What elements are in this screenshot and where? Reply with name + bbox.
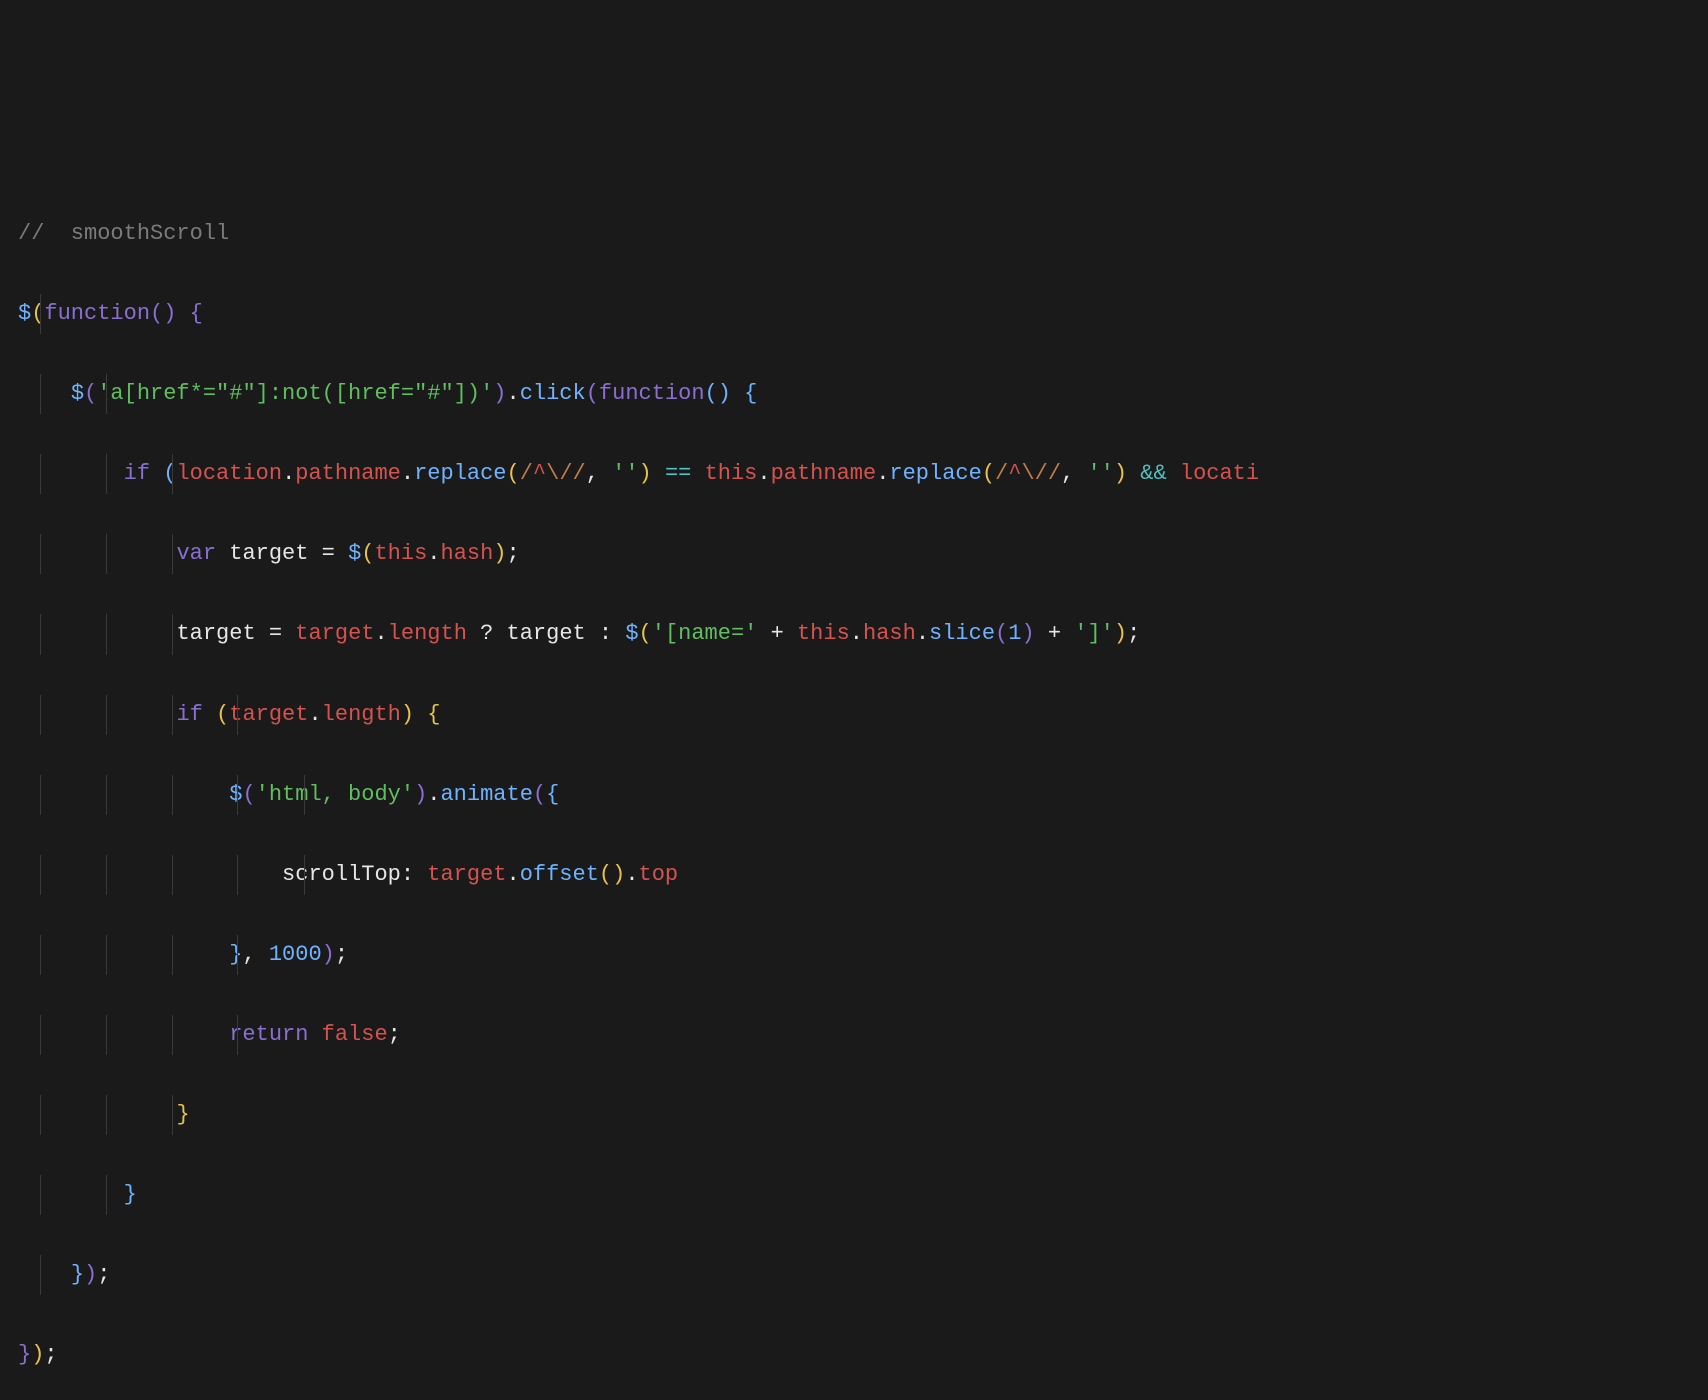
code-line: target = target.length ? target : $('[na… xyxy=(18,614,1690,654)
code-line: $(function() { xyxy=(18,294,1690,334)
code-line: }); xyxy=(18,1255,1690,1295)
code-line: var target = $(this.hash); xyxy=(18,534,1690,574)
code-line: $('a[href*="#"]:not([href="#"])').click(… xyxy=(18,374,1690,414)
code-line: $('html, body').animate({ xyxy=(18,775,1690,815)
code-line: return false; xyxy=(18,1015,1690,1055)
code-line: }); xyxy=(18,1335,1690,1375)
code-editor[interactable]: // smoothScroll $(function() { $('a[href… xyxy=(18,174,1690,1400)
code-line: } xyxy=(18,1095,1690,1135)
code-line: } xyxy=(18,1175,1690,1215)
code-line: // smoothScroll xyxy=(18,214,1690,254)
code-line: if (target.length) { xyxy=(18,695,1690,735)
code-line: if (location.pathname.replace(/^\//, '')… xyxy=(18,454,1690,494)
code-line: scrollTop: target.offset().top xyxy=(18,855,1690,895)
comment: // smoothScroll xyxy=(18,221,229,246)
code-line: }, 1000); xyxy=(18,935,1690,975)
